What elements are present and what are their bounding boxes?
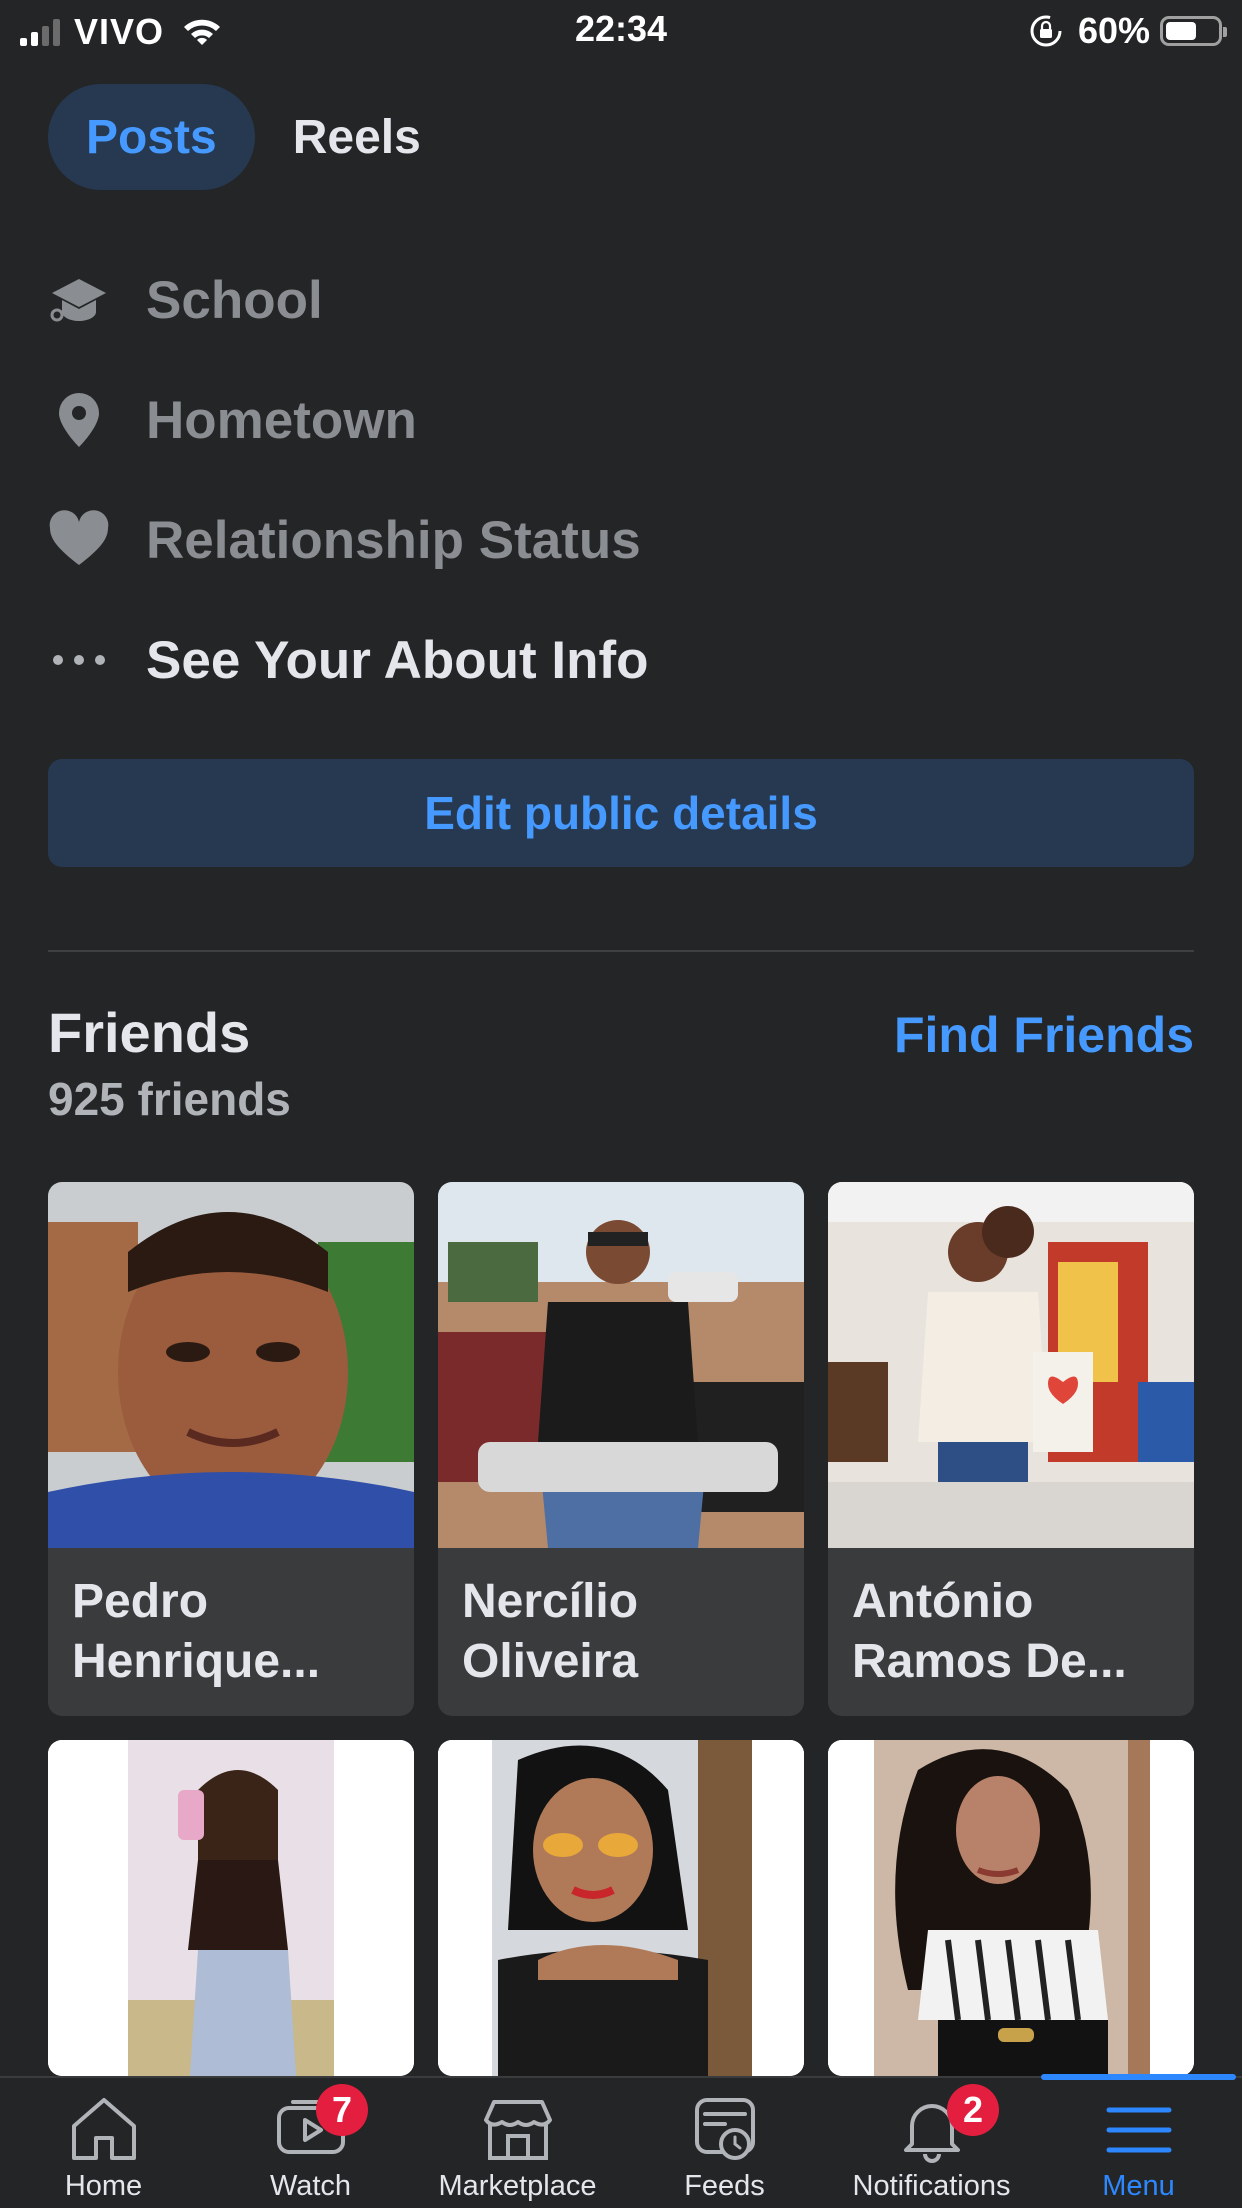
nav-label: Notifications (852, 2170, 1011, 2202)
battery-icon (1160, 16, 1227, 46)
rotation-lock-icon (1030, 15, 1062, 47)
about-item-see-about[interactable]: See Your About Info (48, 620, 649, 700)
tab-posts[interactable]: Posts (48, 84, 255, 190)
nav-home[interactable]: Home (0, 2078, 207, 2208)
feeds-icon (694, 2098, 755, 2160)
battery-fill (1166, 22, 1196, 40)
friend-photo (48, 1182, 414, 1548)
tab-reels[interactable]: Reels (255, 84, 459, 190)
nav-feeds[interactable]: Feeds (621, 2078, 828, 2208)
nav-label: Feeds (684, 2170, 765, 2202)
about-item-hometown[interactable]: Hometown (48, 380, 417, 460)
nav-notifications[interactable]: 2 Notifications (828, 2078, 1035, 2208)
friends-title: Friends (48, 1001, 251, 1064)
about-item-label: School (146, 270, 323, 330)
nav-label: Watch (269, 2170, 352, 2202)
friend-card-6[interactable] (828, 1740, 1194, 2076)
menu-icon (1106, 2107, 1171, 2153)
nav-watch[interactable]: 7 Watch (207, 2078, 414, 2208)
about-item-label: Relationship Status (146, 510, 641, 570)
divider (48, 950, 1194, 952)
about-item-school[interactable]: School (48, 260, 323, 340)
friend-card-1[interactable]: Pedro Henrique... (48, 1182, 414, 1716)
nav-label: Marketplace (438, 2170, 597, 2202)
nav-label: Menu (1102, 2170, 1175, 2202)
friend-photo (438, 1182, 804, 1548)
watch-badge: 7 (316, 2084, 368, 2136)
graduation-cap-icon (48, 269, 110, 331)
about-item-label: Hometown (146, 390, 417, 450)
status-bar: VIVO 22:34 60% (0, 0, 1242, 62)
friend-photo (828, 1740, 1194, 2076)
bottom-nav: Home 7 Watch Marketplace Feeds 2 Notific… (0, 2074, 1242, 2208)
status-right: 60% (1028, 10, 1227, 52)
friend-photo (438, 1740, 804, 2076)
friend-card-5[interactable] (438, 1740, 804, 2076)
nav-label: Home (64, 2170, 143, 2202)
heart-icon (48, 509, 110, 571)
friend-photo (48, 1740, 414, 2076)
location-pin-icon (48, 389, 110, 451)
more-dots-icon (48, 629, 110, 691)
find-friends-link[interactable]: Find Friends (894, 1006, 1194, 1064)
profile-tabs: Posts Reels (48, 84, 459, 190)
about-item-relationship[interactable]: Relationship Status (48, 500, 641, 580)
friend-name: Pedro Henrique... (72, 1575, 321, 1688)
marketplace-icon (483, 2100, 552, 2160)
nav-menu[interactable]: Menu (1035, 2074, 1242, 2208)
nav-marketplace[interactable]: Marketplace (414, 2078, 621, 2208)
friends-count: 925 friends (48, 1073, 291, 1125)
edit-public-details-button[interactable]: Edit public details (48, 759, 1194, 867)
friend-card-3[interactable]: António Ramos De... (828, 1182, 1194, 1716)
home-icon (71, 2098, 136, 2160)
notifications-badge: 2 (947, 2084, 999, 2136)
battery-percent: 60% (1077, 10, 1150, 51)
friend-card-4[interactable] (48, 1740, 414, 2076)
about-item-label: See Your About Info (146, 630, 649, 690)
friend-photo (828, 1182, 1194, 1548)
friend-card-2[interactable]: Nercílio Oliveira (438, 1182, 804, 1716)
friend-name: António Ramos De... (852, 1575, 1127, 1688)
friend-name: Nercílio Oliveira (462, 1575, 639, 1688)
